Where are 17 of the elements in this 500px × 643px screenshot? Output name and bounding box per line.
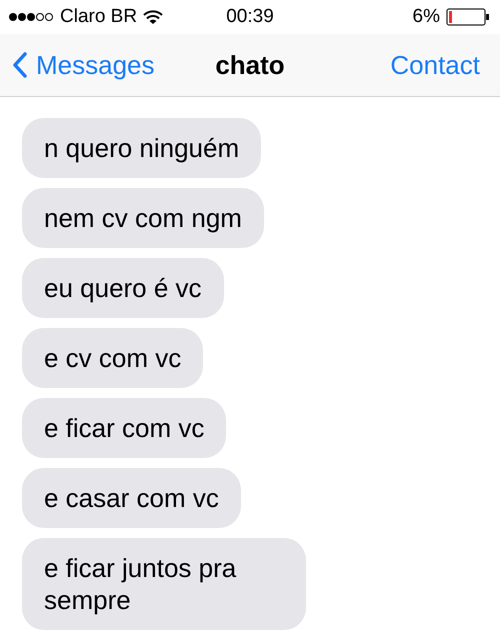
conversation-title: chato [215, 50, 285, 80]
message-bubble: e ficar juntos pra sempre [22, 538, 306, 630]
clock-time: 00:39 [226, 6, 274, 28]
message-bubble: e casar com vc [22, 468, 241, 528]
battery-percent: 6% [412, 6, 440, 28]
carrier-name: Claro BR [60, 6, 138, 28]
contact-button[interactable]: Contact [390, 50, 480, 80]
message-bubble: eu quero é vc [22, 258, 224, 318]
battery-icon [446, 8, 490, 26]
back-button[interactable]: Messages [12, 50, 154, 80]
message-bubble: nem cv com ngm [22, 188, 264, 248]
chevron-icon [12, 52, 28, 78]
message-bubble: e ficar com vc [22, 398, 226, 458]
message-bubble: e cv com vc [22, 328, 204, 388]
message-bubble: n quero ninguém [22, 118, 262, 178]
signal-icon [8, 12, 54, 22]
wifi-icon [143, 10, 164, 24]
